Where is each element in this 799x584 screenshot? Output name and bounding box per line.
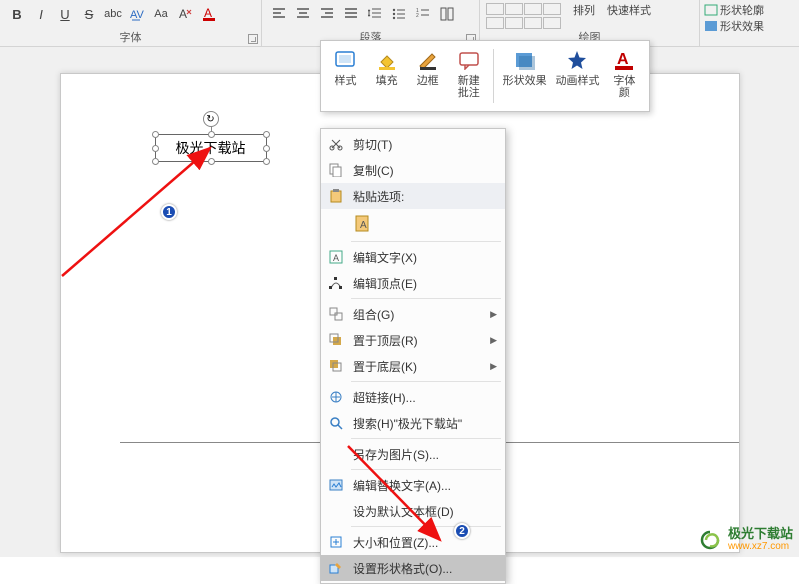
group-icon xyxy=(325,304,347,324)
italic-button[interactable]: I xyxy=(30,4,52,24)
annotation-badge-1: 1 xyxy=(161,204,177,220)
ribbon-group-font: B I U S abc AV Aa A A 字体 xyxy=(0,0,262,46)
textbox-shape[interactable]: 极光下载站 ↻ xyxy=(155,134,267,162)
shapes-gallery[interactable] xyxy=(486,3,561,30)
watermark-name: 极光下载站 xyxy=(728,527,793,540)
link-icon xyxy=(325,387,347,407)
columns-button[interactable] xyxy=(436,4,458,24)
resize-handle[interactable] xyxy=(152,158,159,165)
justify-button[interactable] xyxy=(340,4,362,24)
svg-text:A: A xyxy=(333,253,339,263)
style-icon xyxy=(333,47,359,73)
svg-text:A: A xyxy=(204,6,212,20)
resize-handle[interactable] xyxy=(263,131,270,138)
mini-style-button[interactable]: 样式 xyxy=(325,45,366,107)
shape-effects-icon xyxy=(512,47,538,73)
resize-handle[interactable] xyxy=(263,158,270,165)
align-right-button[interactable] xyxy=(316,4,338,24)
search-icon xyxy=(325,413,347,433)
line-spacing-button[interactable] xyxy=(364,4,386,24)
shape-outline-button[interactable]: 形状轮廓 xyxy=(704,2,795,18)
edit-text-icon: A xyxy=(325,247,347,267)
outline-icon xyxy=(415,47,441,73)
copy-icon xyxy=(325,160,347,180)
resize-handle[interactable] xyxy=(208,158,215,165)
menu-search[interactable]: 搜索(H)"极光下载站" xyxy=(321,410,505,436)
paste-icon xyxy=(325,186,347,206)
send-back-icon xyxy=(325,356,347,376)
arrange-button[interactable]: 排列 xyxy=(573,2,595,18)
menu-hyperlink[interactable]: 超链接(H)... xyxy=(321,384,505,410)
bold-button[interactable]: B xyxy=(6,4,28,24)
resize-handle[interactable] xyxy=(152,145,159,152)
menu-format-shape[interactable]: 设置形状格式(O)... xyxy=(321,555,505,581)
size-icon xyxy=(325,532,347,552)
character-spacing-button[interactable]: AV xyxy=(126,4,148,24)
menu-send-back[interactable]: 置于底层(K) ▶ xyxy=(321,353,505,379)
font-color-icon: A xyxy=(611,47,637,73)
cut-icon xyxy=(325,134,347,154)
mini-outline-button[interactable]: 边框 xyxy=(407,45,448,107)
paste-options-row: A xyxy=(321,209,505,239)
comment-icon xyxy=(456,47,482,73)
svg-text:A: A xyxy=(617,51,629,68)
edit-points-icon xyxy=(325,273,347,293)
ribbon-group-shape-format: 形状轮廓 形状效果 xyxy=(700,0,799,46)
fill-icon xyxy=(374,47,400,73)
mini-shape-effects-button[interactable]: 形状效果 xyxy=(498,45,551,107)
font-group-label: 字体 xyxy=(0,29,261,45)
watermark-url: www.xz7.com xyxy=(728,540,793,553)
submenu-arrow-icon: ▶ xyxy=(490,335,497,346)
menu-bring-front[interactable]: 置于顶层(R) ▶ xyxy=(321,327,505,353)
strikethrough-alt-button[interactable]: abc xyxy=(102,4,124,24)
resize-handle[interactable] xyxy=(208,131,215,138)
mini-toolbar: 样式 填充 边框 新建 批注 形状效果 动画样式 A 字体 颜 xyxy=(320,40,650,112)
menu-edit-points[interactable]: 编辑顶点(E) xyxy=(321,270,505,296)
annotation-badge-2: 2 xyxy=(454,523,470,539)
rotate-handle-icon[interactable]: ↻ xyxy=(203,111,219,127)
submenu-arrow-icon: ▶ xyxy=(490,309,497,320)
bring-front-icon xyxy=(325,330,347,350)
menu-save-picture[interactable]: 另存为图片(S)... xyxy=(321,441,505,467)
mini-comment-button[interactable]: 新建 批注 xyxy=(448,45,489,107)
star-icon xyxy=(564,47,590,73)
svg-text:A: A xyxy=(179,7,187,21)
svg-text:2: 2 xyxy=(416,13,419,19)
menu-cut[interactable]: 剪切(T) xyxy=(321,131,505,157)
menu-alt-text[interactable]: 编辑替换文字(A)... xyxy=(321,472,505,498)
svg-text:AV: AV xyxy=(130,9,144,21)
bullets-button[interactable] xyxy=(388,4,410,24)
change-case-button[interactable]: Aa xyxy=(150,4,172,24)
underline-button[interactable]: U xyxy=(54,4,76,24)
submenu-arrow-icon: ▶ xyxy=(490,361,497,372)
textbox-content: 极光下载站 xyxy=(176,138,246,158)
menu-group[interactable]: 组合(G) ▶ xyxy=(321,301,505,327)
menu-size-position[interactable]: 大小和位置(Z)... xyxy=(321,529,505,555)
alt-text-icon xyxy=(325,475,347,495)
clear-formatting-button[interactable]: A xyxy=(174,4,196,24)
menu-copy[interactable]: 复制(C) xyxy=(321,157,505,183)
menu-paste-header: 粘贴选项: xyxy=(321,183,505,209)
watermark: 极光下载站 www.xz7.com xyxy=(696,527,793,553)
resize-handle[interactable] xyxy=(152,131,159,138)
font-dialog-launcher[interactable] xyxy=(248,34,258,44)
resize-handle[interactable] xyxy=(263,145,270,152)
context-menu: 剪切(T) 复制(C) 粘贴选项: A A 编辑文字(X) 编辑顶点(E) 组合… xyxy=(320,128,506,584)
mini-anim-style-button[interactable]: 动画样式 xyxy=(551,45,604,107)
shape-effects-button[interactable]: 形状效果 xyxy=(704,18,795,34)
format-shape-icon xyxy=(325,558,347,578)
svg-text:A: A xyxy=(360,220,367,231)
numbering-button[interactable]: 12 xyxy=(412,4,434,24)
quickstyles-button[interactable]: 快速样式 xyxy=(607,2,651,18)
align-left-button[interactable] xyxy=(268,4,290,24)
align-center-button[interactable] xyxy=(292,4,314,24)
menu-edit-text[interactable]: A 编辑文字(X) xyxy=(321,244,505,270)
mini-fill-button[interactable]: 填充 xyxy=(366,45,407,107)
watermark-logo-icon xyxy=(696,530,724,550)
mini-font-color-button[interactable]: A 字体 颜 xyxy=(604,45,645,107)
paste-option-keep-text[interactable]: A xyxy=(351,211,377,237)
font-color-button[interactable]: A xyxy=(198,4,220,24)
menu-set-default[interactable]: 设为默认文本框(D) xyxy=(321,498,505,524)
strike-button[interactable]: S xyxy=(78,4,100,24)
